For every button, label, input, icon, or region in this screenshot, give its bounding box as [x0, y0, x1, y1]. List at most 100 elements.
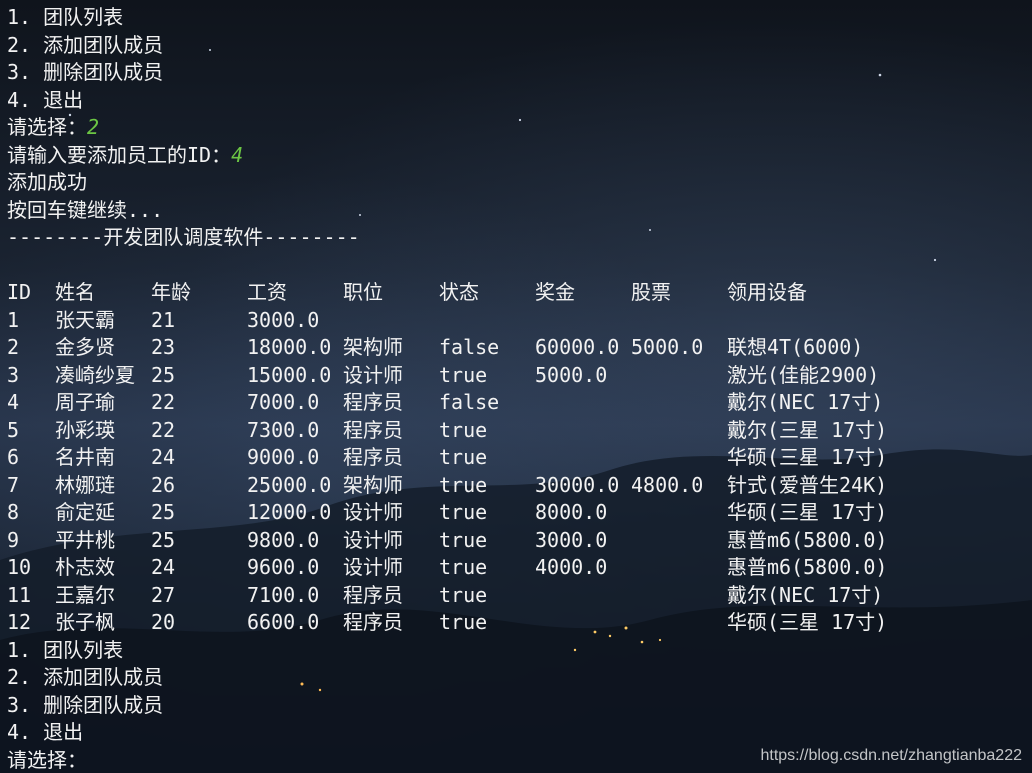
cell-position: 程序员 — [343, 390, 403, 414]
cell-position: 设计师 — [343, 500, 403, 524]
header-stock: 股票 — [631, 280, 671, 304]
blog-watermark: https://blog.csdn.net/zhangtianba222 — [760, 747, 1022, 764]
cell-status: true — [439, 500, 488, 524]
table-row: 5 孙彩瑛 22 7300.0 程序员 true 戴尔(三星 17寸) — [7, 417, 1032, 445]
cell-name: 平井桃 — [55, 527, 115, 552]
cell-id: 4 — [7, 390, 20, 414]
software-banner: --------开发团队调度软件-------- — [7, 225, 360, 249]
cell-salary: 9800.0 — [247, 527, 320, 552]
menu-item-team-list: 1. 团队列表 — [7, 637, 124, 662]
cell-bonus: 3000.0 — [535, 527, 608, 552]
cell-salary: 3000.0 — [247, 307, 320, 332]
header-equipment: 领用设备 — [727, 280, 807, 304]
console-output: 1. 团队列表 2. 添加团队成员 3. 删除团队成员 4. 退出 请选择： 2 … — [7, 4, 1032, 773]
cell-equipment: 联想4T(6000) — [727, 335, 864, 359]
add-success-message: 添加成功 — [7, 170, 87, 194]
cell-bonus: 8000.0 — [535, 500, 608, 524]
cell-age: 23 — [151, 335, 176, 359]
cell-name: 朴志效 — [55, 555, 115, 579]
menu-item-add-member: 2. 添加团队成员 — [7, 665, 164, 689]
cell-status: true — [439, 445, 488, 469]
cell-salary: 6600.0 — [247, 610, 320, 634]
cell-id: 11 — [7, 582, 32, 607]
table-row: 3 凑崎纱夏 25 15000.0 设计师 true 5000.0 激光(佳能2… — [7, 362, 1032, 390]
cell-position: 设计师 — [343, 362, 403, 387]
table-row: 9 平井桃 25 9800.0 设计师 true 3000.0 惠普m6(580… — [7, 527, 1032, 555]
cell-status: true — [439, 472, 488, 497]
table-row: 4 周子瑜 22 7000.0 程序员 false 戴尔(NEC 17寸) — [7, 389, 1032, 417]
cell-id: 7 — [7, 472, 20, 497]
cell-salary: 7100.0 — [247, 582, 320, 607]
cell-name: 金多贤 — [55, 335, 115, 359]
table-row: 2 金多贤 23 18000.0 架构师 false 60000.0 5000.… — [7, 334, 1032, 362]
menu-item-delete-member: 3. 删除团队成员 — [7, 60, 164, 84]
cell-position: 程序员 — [343, 445, 403, 469]
cell-id: 12 — [7, 610, 32, 634]
cell-name: 张天霸 — [55, 307, 115, 332]
choice-input-value: 2 — [87, 115, 100, 139]
menu-item-exit: 4. 退出 — [7, 720, 84, 744]
cell-equipment: 华硕(三星 17寸) — [727, 500, 888, 524]
cell-name: 孙彩瑛 — [55, 417, 115, 442]
cell-age: 24 — [151, 555, 176, 579]
cell-age: 26 — [151, 472, 176, 497]
cell-position: 架构师 — [343, 335, 403, 359]
cell-id: 9 — [7, 527, 20, 552]
cell-salary: 9600.0 — [247, 555, 320, 579]
top-menu: 1. 团队列表 2. 添加团队成员 3. 删除团队成员 4. 退出 请选择：2 — [7, 4, 1032, 142]
cell-id: 6 — [7, 445, 20, 469]
add-member-flow: 请输入要添加员工的ID：4 添加成功 按回车键继续... --------开发团… — [7, 142, 1032, 280]
cell-id: 3 — [7, 362, 20, 387]
cell-position: 程序员 — [343, 610, 403, 634]
cell-position: 设计师 — [343, 555, 403, 579]
cell-salary: 25000.0 — [247, 472, 332, 497]
cell-status: true — [439, 417, 488, 442]
cell-age: 25 — [151, 500, 176, 524]
cell-age: 21 — [151, 307, 176, 332]
header-status: 状态 — [439, 280, 479, 304]
terminal-window[interactable]: 1. 团队列表 2. 添加团队成员 3. 删除团队成员 4. 退出 请选择： 2 … — [0, 0, 1032, 773]
cell-salary: 9000.0 — [247, 445, 320, 469]
employee-id-line: 请输入要添加员工的ID：4 — [7, 142, 1032, 170]
cell-bonus: 5000.0 — [535, 362, 608, 387]
header-age: 年龄 — [151, 280, 191, 304]
team-table-header: ID 姓名 年龄 工资 职位 状态 奖金 股票 领用设备 — [7, 279, 1032, 307]
cell-salary: 12000.0 — [247, 500, 332, 524]
cell-status: false — [439, 390, 500, 414]
cell-equipment: 华硕(三星 17寸) — [727, 610, 888, 634]
header-id: ID — [7, 280, 32, 304]
cell-status: true — [439, 362, 488, 387]
header-bonus: 奖金 — [535, 280, 575, 304]
table-row: 1 张天霸 21 3000.0 — [7, 307, 1032, 335]
table-row: 7 林娜琏 26 25000.0 架构师 true 30000.0 4800.0… — [7, 472, 1032, 500]
cell-salary: 7300.0 — [247, 417, 320, 442]
cell-id: 1 — [7, 307, 20, 332]
employee-id-input-value: 4 — [231, 142, 244, 167]
cell-age: 25 — [151, 527, 176, 552]
cell-id: 10 — [7, 555, 32, 579]
table-row: 10 朴志效 24 9600.0 设计师 true 4000.0 惠普m6(58… — [7, 554, 1032, 582]
table-row: 12 张子枫 20 6600.0 程序员 true 华硕(三星 17寸) — [7, 609, 1032, 637]
cell-equipment: 华硕(三星 17寸) — [727, 445, 888, 469]
cell-status: true — [439, 527, 488, 552]
cell-equipment: 戴尔(NEC 17寸) — [727, 390, 884, 414]
cell-name: 凑崎纱夏 — [55, 362, 135, 387]
team-table: ID 姓名 年龄 工资 职位 状态 奖金 股票 领用设备 1 张天霸 21 30… — [7, 279, 1032, 637]
menu-item-add-member: 2. 添加团队成员 — [7, 32, 164, 57]
cell-bonus: 30000.0 — [535, 472, 620, 497]
cell-status: false — [439, 335, 500, 359]
cell-status: true — [439, 582, 488, 607]
cell-name: 张子枫 — [55, 610, 115, 634]
cell-age: 24 — [151, 445, 176, 469]
menu-choice-line: 请选择：2 — [7, 114, 1032, 142]
cell-age: 22 — [151, 390, 176, 414]
cell-position: 程序员 — [343, 417, 403, 442]
cell-name: 林娜琏 — [55, 472, 115, 497]
header-name: 姓名 — [55, 280, 95, 304]
cell-id: 5 — [7, 417, 20, 442]
menu-item-exit: 4. 退出 — [7, 87, 84, 112]
employee-id-prompt: 请输入要添加员工的ID： — [7, 142, 232, 167]
cell-name: 名井南 — [55, 445, 115, 469]
cell-age: 20 — [151, 610, 176, 634]
